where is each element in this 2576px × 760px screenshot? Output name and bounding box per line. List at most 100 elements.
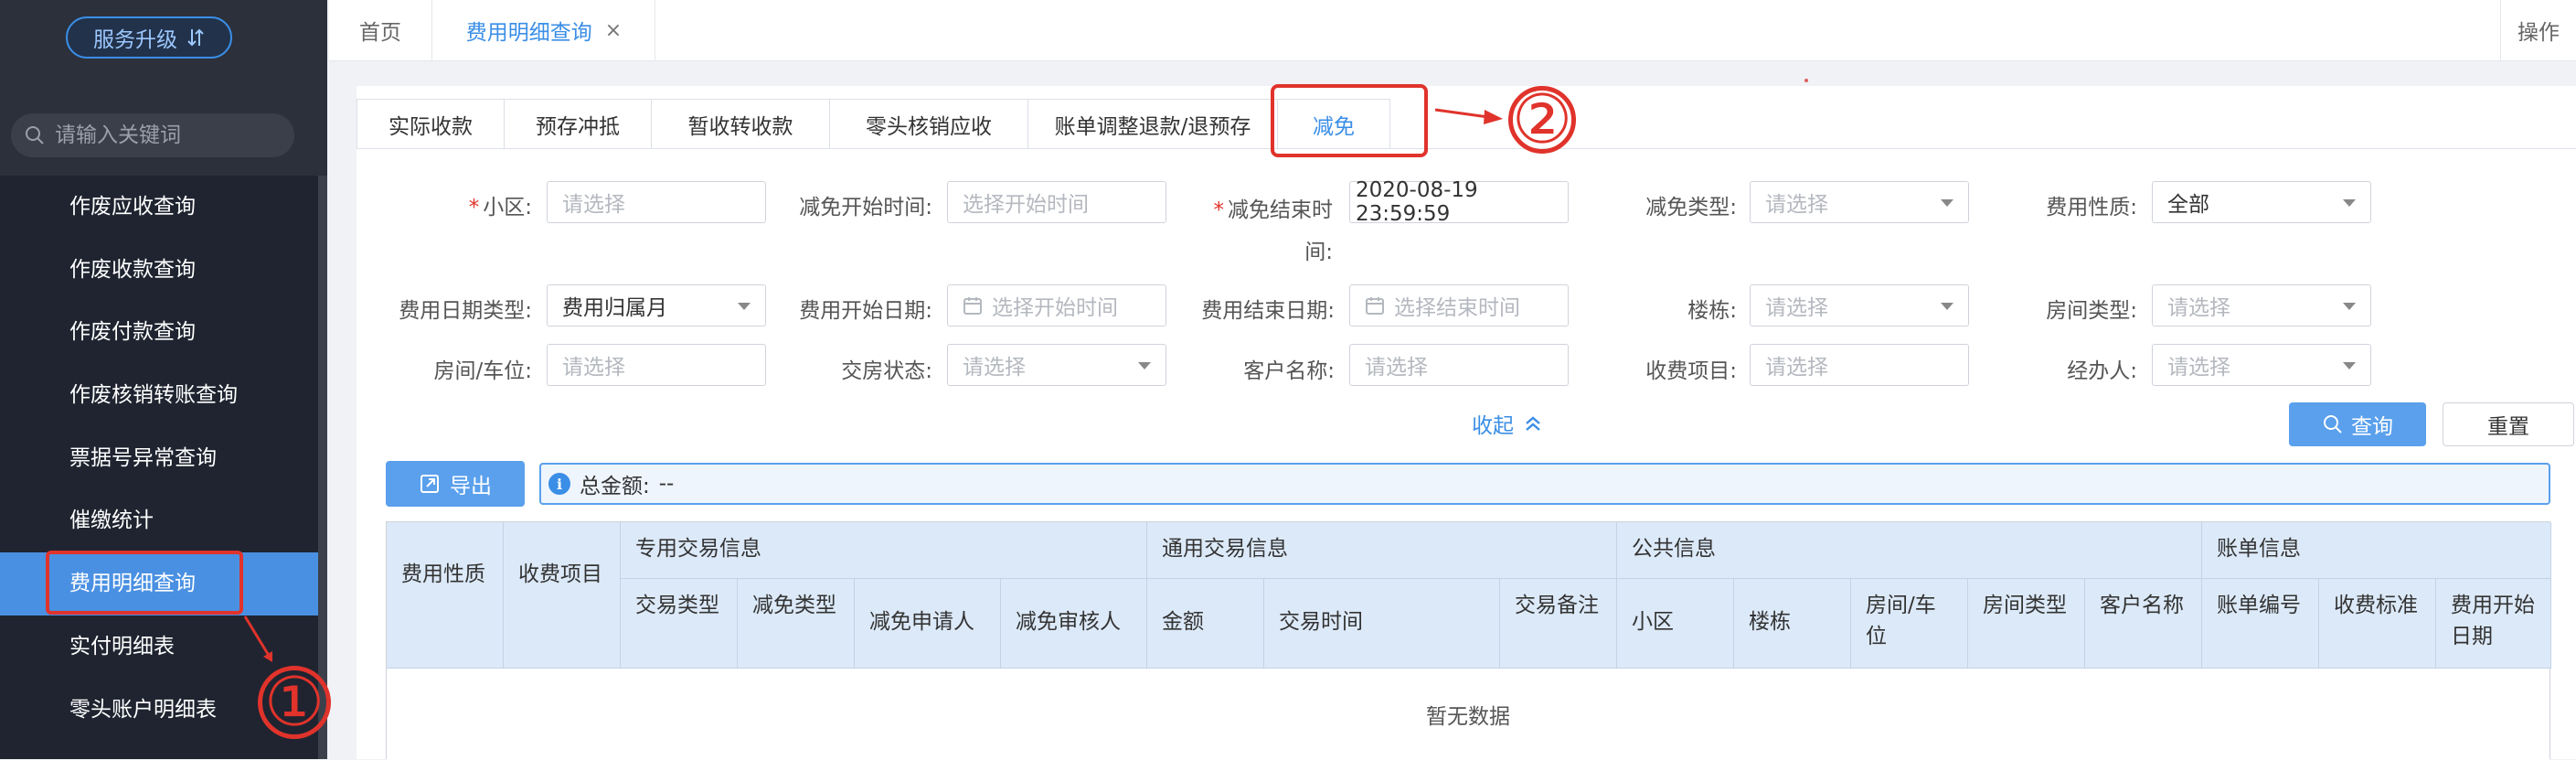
handler-select[interactable]: 请选择 [2152, 344, 2371, 386]
tab-fee-detail[interactable]: 费用明细查询 × [433, 0, 655, 60]
export-button[interactable]: 导出 [386, 461, 525, 507]
chevron-down-icon [1941, 199, 1953, 207]
column-header: 减免类型 [738, 579, 855, 669]
subtab-change-writeoff[interactable]: 零头核销应收 [829, 99, 1028, 148]
column-header: 客户名称 [2085, 579, 2202, 669]
handover-select[interactable]: 请选择 [947, 344, 1166, 386]
chevron-down-icon [1138, 362, 1151, 369]
calendar-icon [1366, 297, 1384, 315]
chevron-down-icon [738, 303, 750, 310]
sidebar-item-dunning-stats[interactable]: 催缴统计 [0, 489, 320, 552]
query-label: 查询 [2351, 415, 2393, 439]
column-header: 交易类型 [621, 579, 738, 669]
chevron-down-icon [2343, 199, 2356, 207]
room-type-label: 房间类型: [2046, 299, 2137, 323]
waive-type-label: 减免类型: [1645, 196, 1737, 219]
community-select[interactable]: 请选择 [547, 181, 766, 223]
close-icon[interactable]: × [605, 19, 622, 42]
column-header: 金额 [1147, 579, 1264, 669]
column-header: 减免申请人 [855, 579, 1001, 669]
sidebar-search [11, 113, 294, 157]
group-header: 专用交易信息 [621, 522, 1147, 579]
fee-start-date-input[interactable]: 选择开始时间 [947, 284, 1166, 326]
building-label: 楼栋: [1687, 299, 1737, 323]
column-header: 收费标准 [2319, 579, 2436, 669]
column-header: 费用开始日期 [2436, 579, 2551, 669]
room-label: 房间/车位: [433, 359, 533, 383]
export-label: 导出 [450, 475, 492, 498]
column-header: 减免审核人 [1001, 579, 1147, 669]
fee-end-date-input[interactable]: 选择结束时间 [1349, 284, 1569, 326]
column-header: 楼栋 [1734, 579, 1851, 669]
chevron-up-icon [1526, 416, 1540, 431]
group-header: 公共信息 [1617, 522, 2202, 579]
waive-end-input[interactable]: 2020-08-19 23:59:59 [1349, 178, 1569, 226]
customer-label: 客户名称: [1243, 359, 1335, 383]
subtab-bill-adjust-refund[interactable]: 账单调整退款/退预存 [1027, 99, 1278, 148]
annotation-number-2: ② [1508, 86, 1576, 154]
fee-date-type-label: 费用日期类型: [399, 299, 532, 323]
room-select[interactable]: 请选择 [547, 344, 766, 386]
chevron-down-icon [2343, 303, 2356, 310]
annotation-number-1: ① [258, 666, 331, 739]
sidebar-item-void-receipt[interactable]: 作废收款查询 [0, 239, 320, 302]
total-amount-bar: i 总金额: -- [539, 463, 2550, 505]
collapse-label: 收起 [1472, 414, 1514, 438]
annotation-highlight-1 [46, 551, 243, 615]
fee-item-select[interactable]: 请选择 [1750, 344, 1969, 386]
column-header: 小区 [1617, 579, 1734, 669]
reset-button[interactable]: 重置 [2443, 402, 2574, 446]
fee-date-type-select[interactable]: 费用归属月 [547, 284, 766, 326]
waive-start-input[interactable]: 选择开始时间 [947, 181, 1166, 223]
indicator-dot [1804, 79, 1808, 82]
sidebar-header: 服务升级 [0, 0, 327, 176]
community-label: * 小区: [468, 196, 532, 219]
group-header: 账单信息 [2202, 522, 2551, 579]
search-icon [2324, 415, 2342, 434]
sidebar-item-void-receivable[interactable]: 作废应收查询 [0, 176, 320, 239]
service-upgrade-button[interactable]: 服务升级 [66, 16, 232, 59]
tab-bar: 首页 费用明细查询 × 操作 [329, 0, 2576, 61]
handover-label: 交房状态: [841, 359, 932, 383]
column-header: 账单编号 [2202, 579, 2319, 669]
subtab-prepaid-offset[interactable]: 预存冲抵 [504, 99, 652, 148]
calendar-icon [963, 297, 982, 315]
total-amount-value: -- [658, 472, 675, 496]
fee-start-date-label: 费用开始日期: [799, 299, 932, 323]
sidebar-item-void-writeoff[interactable]: 作废核销转账查询 [0, 364, 320, 427]
subtab-temp-to-receipt[interactable]: 暂收转收款 [651, 99, 830, 148]
sidebar-item-void-payment[interactable]: 作废付款查询 [0, 301, 320, 364]
column-header: 房间/车位 [1851, 579, 1968, 669]
chevron-down-icon [1941, 303, 1953, 310]
fee-item-label: 收费项目: [1645, 359, 1737, 383]
total-amount-label: 总金额: [580, 475, 650, 498]
search-icon [26, 126, 44, 145]
operations-menu[interactable]: 操作 [2500, 0, 2576, 60]
column-header: 费用性质 [387, 522, 504, 669]
export-icon [420, 475, 439, 493]
fee-nature-label: 费用性质: [2046, 196, 2137, 219]
annotation-arrow-2 [1434, 108, 1503, 124]
waive-end-label: * 减免结束时 间: [1213, 198, 1334, 264]
empty-state: 暂无数据 [387, 669, 2549, 760]
collapse-toggle[interactable]: 收起 [1472, 408, 1543, 439]
building-select[interactable]: 请选择 [1750, 284, 1969, 326]
column-header: 交易备注 [1500, 579, 1617, 669]
subtab-actual-receipt[interactable]: 实际收款 [357, 99, 505, 148]
sort-arrows-icon [187, 28, 204, 47]
sidebar-item-invoice-anomaly[interactable]: 票据号异常查询 [0, 427, 320, 490]
query-button[interactable]: 查询 [2289, 402, 2426, 446]
info-icon: i [548, 473, 570, 495]
sidebar-search-input[interactable] [53, 123, 285, 148]
annotation-highlight-2 [1271, 84, 1428, 157]
chevron-down-icon [2343, 362, 2356, 369]
room-type-select[interactable]: 请选择 [2152, 284, 2371, 326]
tab-home[interactable]: 首页 [329, 0, 432, 60]
fee-detail-table: 费用性质 收费项目 专用交易信息 通用交易信息 公共信息 账单信息 交易类型 减… [386, 521, 2551, 760]
fee-nature-select[interactable]: 全部 [2152, 181, 2371, 223]
fee-end-date-label: 费用结束日期: [1201, 299, 1335, 323]
column-header: 房间类型 [1968, 579, 2085, 669]
customer-select[interactable]: 请选择 [1349, 344, 1569, 386]
waive-type-select[interactable]: 请选择 [1750, 181, 1969, 223]
column-header: 交易时间 [1264, 579, 1500, 669]
